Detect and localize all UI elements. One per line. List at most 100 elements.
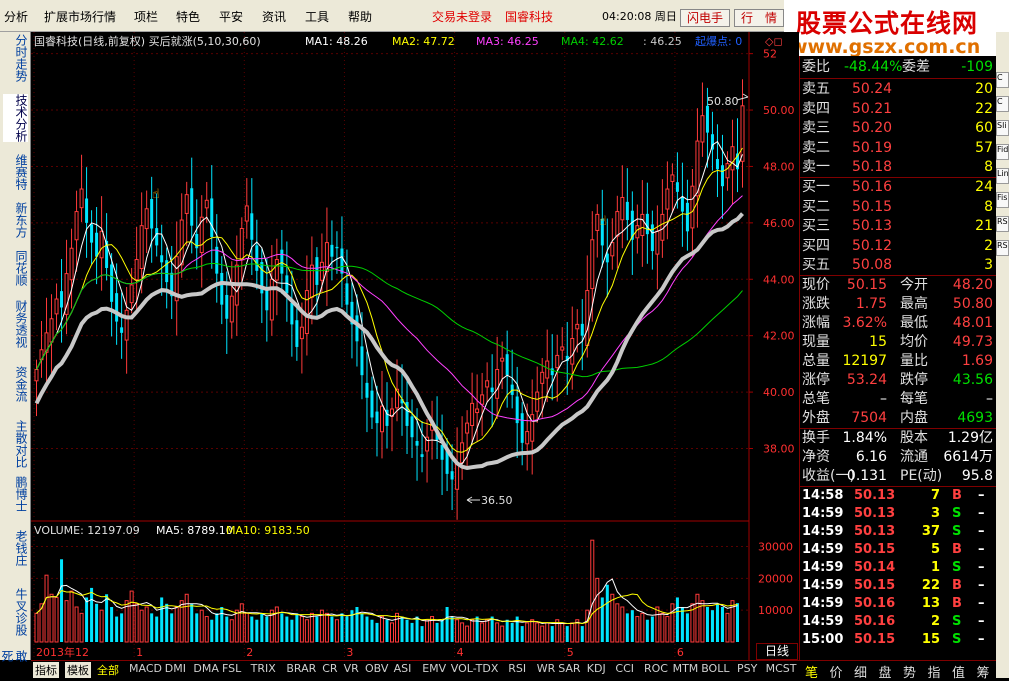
login-status[interactable]: 交易未登录 (432, 8, 492, 25)
menu-item-help[interactable]: 帮助 (348, 8, 372, 25)
indicator-tab-emv[interactable]: EMV (422, 662, 446, 675)
side-tool-2[interactable]: Sli (996, 120, 1009, 136)
date-tick-label: 2013年12 (36, 645, 89, 659)
indicator-tab-cci[interactable]: CCI (615, 662, 634, 675)
candle (280, 249, 284, 274)
indicator-tab-vol-tdx[interactable]: VOL-TDX (451, 662, 499, 675)
indicator-tab-brar[interactable]: BRAR (286, 662, 316, 675)
side-tool-5[interactable]: Fis (996, 192, 1009, 208)
indicator-tab-asi[interactable]: ASI (394, 662, 412, 675)
indicator-tab-kdj[interactable]: KDJ (587, 662, 606, 675)
quote-tab-4[interactable]: 势 (903, 662, 916, 681)
left-tab-0[interactable]: 分时走势 (3, 34, 28, 82)
bid-row: 买二 50.15 8 (802, 198, 995, 217)
menu-item-ext-market[interactable]: 扩展市场行情 (44, 8, 116, 25)
side-tool-4[interactable]: Lin (996, 168, 1009, 184)
volume-bar (250, 616, 254, 642)
indicator-tab-trix[interactable]: TRIX (251, 662, 276, 675)
side-tool-1[interactable]: C (996, 96, 1009, 112)
volume-bar (610, 593, 615, 643)
quote-tab-0[interactable]: 笔 (805, 662, 818, 681)
indicator-tab-psy[interactable]: PSY (737, 662, 757, 675)
quote-stat-row: 总量 12197 量比 1.69 (802, 352, 995, 371)
indicator-tab-roc[interactable]: ROC (644, 662, 668, 675)
left-tab-10[interactable]: 牛叉诊股 (3, 588, 28, 636)
menu-item-analysis[interactable]: 分析 (4, 8, 28, 25)
left-tab-11[interactable]: 敢死 (0, 650, 28, 662)
stock-name-title: 国睿科技 (505, 10, 554, 24)
quote-tab-6[interactable]: 值 (952, 662, 965, 681)
volume-bar (150, 613, 154, 642)
volume-bar (500, 625, 505, 643)
menu-item-pingan[interactable]: 平安 (219, 8, 243, 25)
volume-bar (225, 616, 229, 642)
side-tool-7[interactable]: RS (996, 240, 1009, 256)
left-tab-5[interactable]: 财务透视 (3, 300, 28, 348)
menu-item-news[interactable]: 资讯 (262, 8, 286, 25)
flash-trade-button[interactable]: 闪电手 (680, 9, 731, 27)
indicator-tab-vr[interactable]: VR (344, 662, 359, 675)
price-tick-label: 48.00 (763, 160, 795, 173)
menu-item-tools[interactable]: 工具 (305, 8, 329, 25)
indicator-tab-rsi[interactable]: RSI (508, 662, 526, 675)
menu-item-features[interactable]: 特色 (176, 8, 200, 25)
quote-button[interactable]: 行 情 (734, 9, 785, 27)
indicator-tab-模板[interactable]: 模板 (65, 662, 91, 678)
quote-tab-3[interactable]: 盘 (879, 662, 892, 681)
stat-value: 50.80 (952, 296, 993, 312)
window-control-icon[interactable]: ◇◻ (765, 35, 783, 48)
volume-bar (400, 616, 404, 642)
volume-bar (420, 626, 424, 642)
period-label[interactable]: 日线 (756, 643, 798, 660)
quote-tab-1[interactable]: 价 (830, 662, 843, 681)
tick-trail: – (978, 560, 985, 575)
side-tool-6[interactable]: RS (996, 216, 1009, 232)
volume-bar (309, 612, 314, 643)
quote-tab-2[interactable]: 细 (854, 662, 867, 681)
left-tab-4[interactable]: 同花顺 (3, 250, 28, 286)
tick-price: 50.13 (854, 524, 896, 539)
price-tick-label: 42.00 (763, 330, 795, 343)
candle (69, 247, 74, 281)
quote-tab-5[interactable]: 指 (928, 662, 941, 681)
indicator-tab-macd[interactable]: MACD (129, 662, 162, 675)
left-tab-8[interactable]: 鹏博士 (3, 476, 28, 512)
watermark-url: www.gszx.com.cn (790, 36, 981, 58)
volume-bar (304, 619, 309, 643)
indicator-tab-fsl[interactable]: FSL (222, 662, 241, 675)
side-tool-3[interactable]: Fid (996, 144, 1009, 160)
quote-tab-7[interactable]: 筹 (977, 662, 990, 681)
price-tick-label: 50.00 (763, 104, 795, 117)
side-tool-0[interactable]: C (996, 72, 1009, 88)
indicator-tab-dmi[interactable]: DMI (165, 662, 186, 675)
left-tab-3[interactable]: 新东方 (3, 202, 28, 238)
volume-tick-label: 20000 (758, 572, 793, 585)
menu-item-columns[interactable]: 项栏 (134, 8, 158, 25)
stat-value: 53.24 (846, 372, 887, 388)
candle (204, 199, 209, 209)
candle (650, 224, 654, 252)
price-tick-label: 38.00 (763, 442, 795, 455)
indicator-tab-wr[interactable]: WR (537, 662, 556, 675)
indicator-tab-指标[interactable]: 指标 (33, 662, 59, 678)
indicator-tab-sar[interactable]: SAR (558, 662, 580, 675)
left-tab-7[interactable]: 主散对比 (3, 420, 28, 468)
kline-chart[interactable]: 5250.0048.0046.0044.0042.0040.0038.00300… (31, 32, 799, 660)
indicator-tab-mtm[interactable]: MTM (673, 662, 699, 675)
left-tab-2[interactable]: 维赛特 (3, 154, 28, 190)
left-tab-9[interactable]: 老钱庄 (3, 530, 28, 566)
indicator-tab-mcst[interactable]: MCST (766, 662, 797, 675)
indicator-tab-obv[interactable]: OBV (365, 662, 388, 675)
tick-trail: – (978, 596, 985, 611)
left-tab-6[interactable]: 资金流 (3, 366, 28, 402)
left-tab-1[interactable]: 技术分析 (3, 94, 28, 142)
fund-label: 股本 (900, 430, 928, 446)
indicator-tab-boll[interactable]: BOLL (701, 662, 729, 675)
indicator-tab-dma[interactable]: DMA (193, 662, 219, 675)
indicator-tab-全部[interactable]: 全部 (97, 662, 119, 678)
tick-time: 14:59 (802, 596, 844, 611)
tick-trail: – (978, 524, 985, 539)
quote-stat-row: 涨跌 1.75 最高 50.80 (802, 295, 995, 314)
volume-bar (590, 539, 595, 643)
indicator-tab-cr[interactable]: CR (322, 662, 337, 675)
